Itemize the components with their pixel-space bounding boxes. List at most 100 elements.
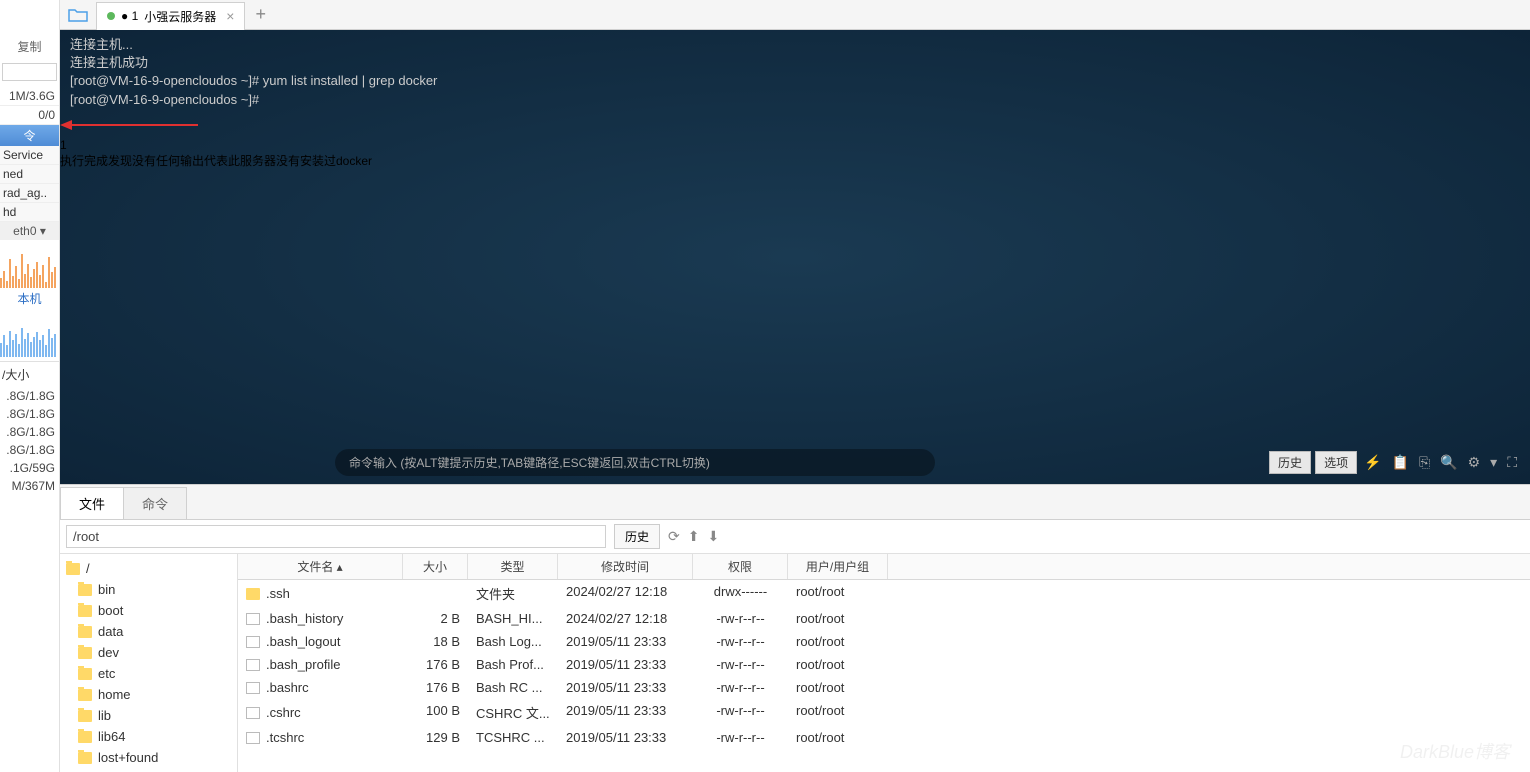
tree-item[interactable]: dev <box>60 642 237 663</box>
folder-icon <box>78 626 92 638</box>
tree-root[interactable]: / <box>60 558 237 579</box>
left-sidebar: 复制 1M/3.6G 0/0 令 Service ned rad_ag.. hd… <box>0 0 60 772</box>
disk-row: .1G/59G <box>0 459 59 477</box>
file-icon <box>246 682 260 694</box>
gear-icon[interactable]: ⚙ <box>1465 454 1484 471</box>
tree-item[interactable]: lib <box>60 705 237 726</box>
net-graph <box>0 240 59 288</box>
path-input[interactable] <box>66 525 606 548</box>
tab-file[interactable]: 文件 <box>60 487 124 519</box>
disk-row: .8G/1.8G <box>0 405 59 423</box>
disk-header: /大小 <box>0 361 59 387</box>
expand-icon[interactable]: ▾ <box>1487 454 1500 471</box>
options-button[interactable]: 选项 <box>1315 451 1357 474</box>
command-input[interactable]: 命令输入 (按ALT键提示历史,TAB键路径,ESC键返回,双击CTRL切换) <box>335 449 935 476</box>
net-label[interactable]: eth0 ▾ <box>0 222 59 240</box>
tab-cmd[interactable]: 命令 <box>123 487 187 519</box>
proc-item[interactable]: rad_ag.. <box>0 184 59 203</box>
file-row[interactable]: .bash_history2 BBASH_HI...2024/02/27 12:… <box>238 607 1530 630</box>
col-date[interactable]: 修改时间 <box>558 554 693 579</box>
tree-item[interactable]: etc <box>60 663 237 684</box>
fullscreen-icon[interactable]: ⛶ <box>1504 454 1520 471</box>
folder-icon <box>78 584 92 596</box>
file-icon <box>246 636 260 648</box>
file-icon <box>246 732 260 744</box>
tab-prefix: ● 1 <box>121 9 138 23</box>
stat-mem: 1M/3.6G <box>0 87 59 106</box>
self-graph <box>0 309 59 357</box>
folder-tree: / binbootdatadevetchomeliblib64lost+foun… <box>60 554 238 772</box>
open-folder-icon[interactable] <box>66 5 90 25</box>
path-history-button[interactable]: 历史 <box>614 524 660 549</box>
tab-bar: ● 1 小强云服务器 × + <box>60 0 1530 30</box>
tab-title: 小强云服务器 <box>144 8 216 25</box>
col-user[interactable]: 用户/用户组 <box>788 554 888 579</box>
file-icon <box>246 707 260 719</box>
tree-item[interactable]: data <box>60 621 237 642</box>
terminal[interactable]: 连接主机... 连接主机成功 [root@VM-16-9-opencloudos… <box>60 30 1530 484</box>
col-type[interactable]: 类型 <box>468 554 558 579</box>
terminal-line: [root@VM-16-9-opencloudos ~]# <box>70 91 1520 109</box>
terminal-line: 连接主机成功 <box>70 54 1520 72</box>
upload-icon[interactable]: ⬆ <box>688 528 700 545</box>
folder-icon <box>78 647 92 659</box>
annotation-badge: 1 <box>60 138 1530 152</box>
terminal-line: [root@VM-16-9-opencloudos ~]# yum list i… <box>70 72 1520 90</box>
stat-swap: 0/0 <box>0 106 59 125</box>
bolt-icon[interactable]: ⚡ <box>1361 454 1384 471</box>
file-row[interactable]: .cshrc100 BCSHRC 文...2019/05/11 23:33-rw… <box>238 699 1530 726</box>
cmd-header: 令 <box>0 125 59 146</box>
close-icon[interactable]: × <box>226 8 234 24</box>
terminal-bottom-bar: 命令输入 (按ALT键提示历史,TAB键路径,ESC键返回,双击CTRL切换) … <box>60 449 1530 476</box>
lower-tabs: 文件 命令 <box>60 485 1530 520</box>
arrow-icon <box>60 115 200 135</box>
stat-box <box>2 63 57 81</box>
disk-row: .8G/1.8G <box>0 387 59 405</box>
tree-item[interactable]: lost+found <box>60 747 237 768</box>
file-row[interactable]: .tcshrc129 BTCSHRC ...2019/05/11 23:33-r… <box>238 726 1530 749</box>
proc-item[interactable]: hd <box>0 203 59 222</box>
folder-icon <box>246 588 260 600</box>
folder-icon <box>78 752 92 764</box>
tree-item[interactable]: home <box>60 684 237 705</box>
download-icon[interactable]: ⬇ <box>707 528 719 545</box>
folder-icon <box>78 668 92 680</box>
disk-row: .8G/1.8G <box>0 441 59 459</box>
add-tab-button[interactable]: + <box>245 4 276 25</box>
file-icon <box>246 659 260 671</box>
tab-server[interactable]: ● 1 小强云服务器 × <box>96 2 245 30</box>
file-row[interactable]: .bash_logout18 BBash Log...2019/05/11 23… <box>238 630 1530 653</box>
col-perm[interactable]: 权限 <box>693 554 788 579</box>
path-bar: 历史 ⟳ ⬆ ⬇ <box>60 520 1530 554</box>
file-icon <box>246 613 260 625</box>
search-icon[interactable]: 🔍 <box>1437 454 1460 471</box>
terminal-line: 连接主机... <box>70 36 1520 54</box>
history-button[interactable]: 历史 <box>1269 451 1311 474</box>
self-label[interactable]: 本机 <box>0 288 59 309</box>
proc-item[interactable]: ned <box>0 165 59 184</box>
tree-item[interactable]: bin <box>60 579 237 600</box>
file-list-header: 文件名 ▴ 大小 类型 修改时间 权限 用户/用户组 <box>238 554 1530 580</box>
folder-icon <box>66 563 80 575</box>
folder-icon <box>78 605 92 617</box>
lower-panel: 文件 命令 历史 ⟳ ⬆ ⬇ / binbootdatadevetchomeli… <box>60 484 1530 772</box>
file-list: 文件名 ▴ 大小 类型 修改时间 权限 用户/用户组 .ssh文件夹2024/0… <box>238 554 1530 772</box>
col-name[interactable]: 文件名 ▴ <box>238 554 403 579</box>
folder-icon <box>78 689 92 701</box>
disk-row: .8G/1.8G <box>0 423 59 441</box>
tree-item[interactable]: boot <box>60 600 237 621</box>
proc-item[interactable]: Service <box>0 146 59 165</box>
file-row[interactable]: .bash_profile176 BBash Prof...2019/05/11… <box>238 653 1530 676</box>
disk-row: M/367M <box>0 477 59 495</box>
file-row[interactable]: .bashrc176 BBash RC ...2019/05/11 23:33-… <box>238 676 1530 699</box>
refresh-icon[interactable]: ⟳ <box>668 528 680 545</box>
folder-icon <box>78 710 92 722</box>
file-row[interactable]: .ssh文件夹2024/02/27 12:18drwx------root/ro… <box>238 580 1530 607</box>
folder-icon <box>78 731 92 743</box>
copy-label[interactable]: 复制 <box>0 30 59 61</box>
tree-item[interactable]: lib64 <box>60 726 237 747</box>
clipboard-icon[interactable]: 📋 <box>1389 454 1412 471</box>
status-dot-icon <box>107 12 115 20</box>
copy-icon[interactable]: ⎘ <box>1416 454 1433 471</box>
col-size[interactable]: 大小 <box>403 554 468 579</box>
